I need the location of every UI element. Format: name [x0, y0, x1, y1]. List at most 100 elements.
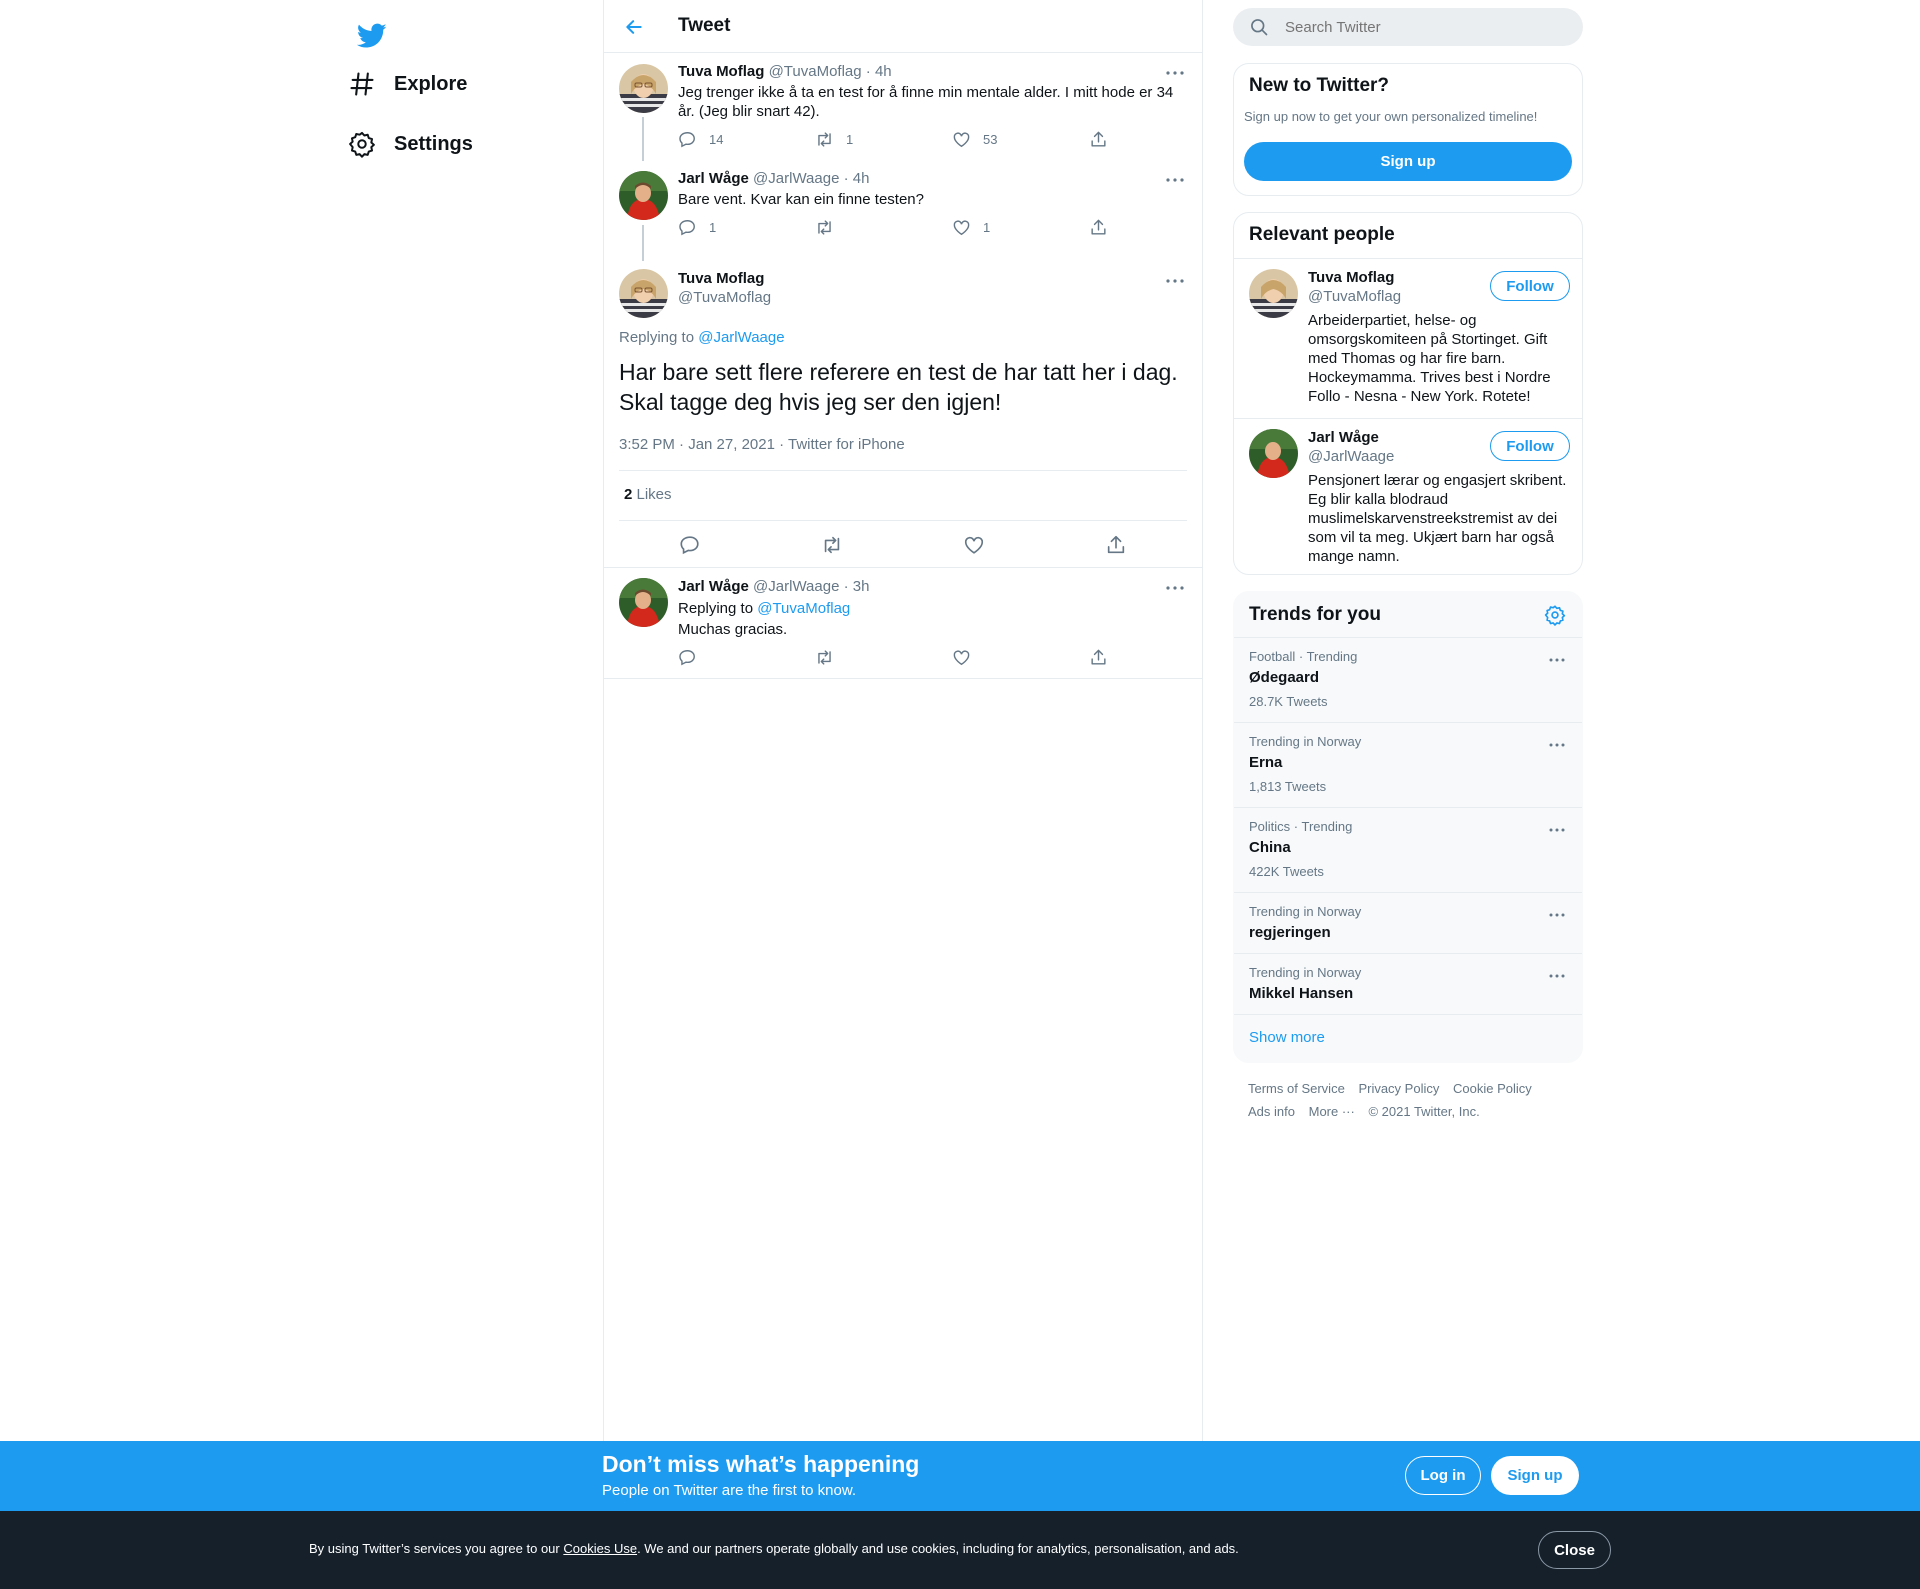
- trend-item[interactable]: Football · Trending Ødegaard 28.7K Tweet…: [1234, 637, 1582, 722]
- trend-item[interactable]: Trending in Norway regjeringen: [1234, 892, 1582, 953]
- retweet-button[interactable]: [815, 648, 846, 667]
- tweet-author-handle[interactable]: @TuvaMoflag: [769, 63, 862, 80]
- avatar[interactable]: [619, 269, 668, 318]
- replying-to: Replying to @JarlWaage: [619, 329, 785, 346]
- retweet-button[interactable]: 1: [815, 130, 853, 149]
- person-name[interactable]: Tuva Moflag: [1308, 269, 1394, 286]
- like-button[interactable]: 53: [952, 130, 997, 149]
- trend-context: Politics · Trending: [1249, 819, 1353, 834]
- likes-summary[interactable]: 2 Likes: [624, 486, 672, 503]
- main-column: Tweet Tuva Moflag @TuvaMoflag · 4h Jeg t…: [603, 0, 1203, 1441]
- reply-icon: [678, 648, 697, 667]
- login-button[interactable]: Log in: [1405, 1456, 1481, 1495]
- tweet-author-handle[interactable]: @JarlWaage: [753, 578, 839, 595]
- trends-settings-gear-icon[interactable]: [1544, 604, 1568, 628]
- more-options-icon[interactable]: [1544, 735, 1570, 755]
- reply-count: 1: [709, 220, 717, 235]
- cookie-text: By using Twitter’s services you agree to…: [309, 1541, 1239, 1556]
- search-input[interactable]: [1285, 18, 1545, 36]
- like-button[interactable]: 1: [952, 218, 990, 237]
- share-icon[interactable]: [1105, 534, 1127, 556]
- trend-context: Football · Trending: [1249, 649, 1358, 664]
- follow-button[interactable]: Follow: [1490, 271, 1570, 301]
- tweet-time[interactable]: · 4h: [866, 63, 892, 80]
- sidebar-signup-button[interactable]: Sign up: [1244, 142, 1572, 181]
- footer-link-cookie[interactable]: Cookie Policy: [1453, 1081, 1532, 1096]
- tweet-author-handle[interactable]: @TuvaMoflag: [678, 289, 771, 306]
- person-item[interactable]: Tuva Moflag @TuvaMoflag Follow Arbeiderp…: [1234, 258, 1582, 418]
- footer-links-row-2: Ads info More ··· © 2021 Twitter, Inc.: [1248, 1104, 1490, 1119]
- signup-button[interactable]: Sign up: [1491, 1456, 1579, 1495]
- replying-to-link[interactable]: @TuvaMoflag: [757, 600, 850, 617]
- thread-connector: [642, 225, 644, 261]
- card-subtitle: Sign up now to get your own personalized…: [1244, 109, 1538, 124]
- show-more-row[interactable]: Show more: [1234, 1014, 1582, 1062]
- reply-button[interactable]: 14: [678, 130, 723, 149]
- avatar[interactable]: [619, 578, 668, 627]
- back-arrow-icon[interactable]: [620, 13, 648, 41]
- more-options-icon[interactable]: [1544, 966, 1570, 986]
- nav-explore-label: Explore: [394, 72, 468, 95]
- person-item[interactable]: Jarl Wåge @JarlWaage Follow Pensjonert l…: [1234, 418, 1582, 574]
- search-box[interactable]: [1233, 8, 1583, 46]
- reply-icon[interactable]: [679, 534, 701, 556]
- like-button[interactable]: [952, 648, 983, 667]
- tweet-author-name[interactable]: Tuva Moflag: [678, 63, 764, 80]
- replying-to-prefix: Replying to: [678, 600, 758, 617]
- tweet-time[interactable]: · 4h: [844, 170, 870, 187]
- tweet-time[interactable]: · 3h: [844, 578, 870, 595]
- avatar[interactable]: [619, 64, 668, 113]
- trend-item[interactable]: Politics · Trending China 422K Tweets: [1234, 807, 1582, 892]
- replying-to-link[interactable]: @JarlWaage: [698, 329, 784, 346]
- more-options-icon[interactable]: [1544, 820, 1570, 840]
- more-options-icon[interactable]: [1162, 63, 1188, 83]
- thread-tweet[interactable]: Tuva Moflag @TuvaMoflag · 4h Jeg trenger…: [604, 53, 1202, 161]
- reply-tweet[interactable]: Jarl Wåge @JarlWaage · 3h Replying to @T…: [604, 567, 1202, 679]
- cookie-close-button[interactable]: Close: [1538, 1531, 1611, 1569]
- footer-link-more[interactable]: More ···: [1309, 1104, 1355, 1119]
- footer-link-privacy[interactable]: Privacy Policy: [1358, 1081, 1439, 1096]
- person-handle[interactable]: @JarlWaage: [1308, 448, 1394, 465]
- tweet-author-name[interactable]: Jarl Wåge: [678, 170, 749, 187]
- share-button[interactable]: [1089, 648, 1120, 667]
- person-handle[interactable]: @TuvaMoflag: [1308, 288, 1401, 305]
- tweet-header-line: Jarl Wåge @JarlWaage · 3h: [678, 578, 869, 595]
- reply-icon: [678, 218, 697, 237]
- share-button[interactable]: [1089, 130, 1120, 149]
- retweet-button[interactable]: [815, 218, 846, 237]
- cookie-banner: By using Twitter’s services you agree to…: [0, 1511, 1920, 1589]
- divider: [619, 520, 1187, 521]
- more-options-icon[interactable]: [1544, 650, 1570, 670]
- thread-tweet[interactable]: Jarl Wåge @JarlWaage · 4h Bare vent. Kva…: [604, 161, 1202, 269]
- footer-link-terms[interactable]: Terms of Service: [1248, 1081, 1345, 1096]
- avatar[interactable]: [1249, 429, 1298, 478]
- avatar[interactable]: [1249, 269, 1298, 318]
- footer-link-ads[interactable]: Ads info: [1248, 1104, 1295, 1119]
- tweet-author-name[interactable]: Tuva Moflag: [678, 270, 764, 287]
- tweet-author-name[interactable]: Jarl Wåge: [678, 578, 749, 595]
- avatar[interactable]: [619, 171, 668, 220]
- reply-button[interactable]: [678, 648, 709, 667]
- trends-card: Trends for you Football · Trending Ødega…: [1233, 591, 1583, 1063]
- retweet-icon[interactable]: [821, 534, 843, 556]
- nav-settings[interactable]: Settings: [348, 120, 473, 168]
- heart-icon[interactable]: [963, 534, 985, 556]
- more-options-icon[interactable]: [1162, 271, 1188, 291]
- show-more-link[interactable]: Show more: [1249, 1029, 1325, 1046]
- retweet-icon: [815, 130, 834, 149]
- nav-explore[interactable]: Explore: [348, 60, 467, 108]
- tweet-author-handle[interactable]: @JarlWaage: [753, 170, 839, 187]
- cookies-use-link[interactable]: Cookies Use: [563, 1541, 637, 1556]
- tweet-timestamp[interactable]: 3:52 PM · Jan 27, 2021 · Twitter for iPh…: [619, 436, 905, 453]
- twitter-logo-icon[interactable]: [348, 12, 396, 60]
- more-options-icon[interactable]: [1162, 170, 1188, 190]
- more-options-icon[interactable]: [1162, 578, 1188, 598]
- heart-icon: [952, 130, 971, 149]
- trend-item[interactable]: Trending in Norway Mikkel Hansen: [1234, 953, 1582, 1014]
- reply-button[interactable]: 1: [678, 218, 716, 237]
- person-name[interactable]: Jarl Wåge: [1308, 429, 1379, 446]
- follow-button[interactable]: Follow: [1490, 431, 1570, 461]
- trend-item[interactable]: Trending in Norway Erna 1,813 Tweets: [1234, 722, 1582, 807]
- share-button[interactable]: [1089, 218, 1120, 237]
- more-options-icon[interactable]: [1544, 905, 1570, 925]
